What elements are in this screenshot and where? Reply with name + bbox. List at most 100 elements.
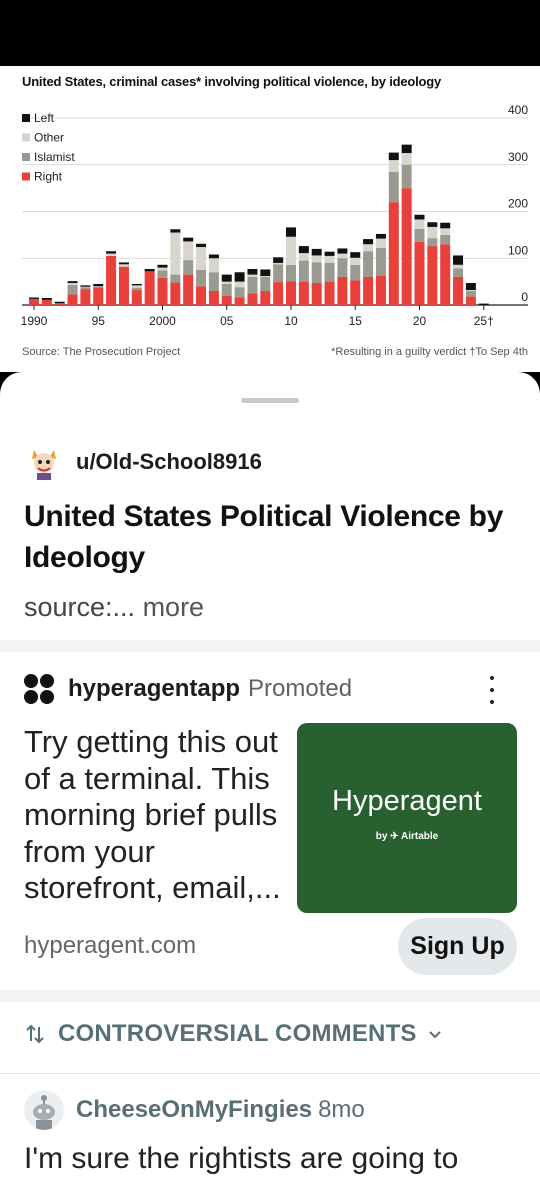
- ad-text[interactable]: Try getting this out of a terminal. This…: [24, 724, 294, 907]
- bar-islamist: [183, 260, 194, 275]
- bar-islamist: [337, 258, 348, 277]
- y-tick-label: 400: [508, 103, 528, 117]
- ad-domain[interactable]: hyperagent.com: [24, 932, 196, 960]
- ad-image[interactable]: Hyperagent by ✈ Airtable: [297, 723, 517, 913]
- bar-other: [273, 262, 284, 265]
- bar-left: [337, 248, 348, 254]
- divider: [0, 1073, 540, 1074]
- chart-source: Source: The Prosecution Project: [22, 346, 181, 358]
- divider: [0, 990, 540, 1002]
- bar-other: [414, 219, 425, 229]
- post-author[interactable]: u/Old-School8916: [24, 440, 262, 484]
- bar-left: [93, 283, 104, 287]
- legend-label: Left: [34, 111, 55, 125]
- bar-left: [273, 257, 284, 263]
- comment-sort[interactable]: CONTROVERSIAL COMMENTS: [24, 1016, 443, 1052]
- sort-label[interactable]: CONTROVERSIAL COMMENTS: [58, 1020, 417, 1048]
- commenter-avatar[interactable]: [24, 1090, 64, 1130]
- bar-islamist: [453, 268, 464, 277]
- bar-left: [375, 233, 386, 239]
- bar-right: [427, 246, 438, 305]
- bar-islamist: [247, 276, 258, 294]
- bar-left: [234, 272, 245, 282]
- drag-handle[interactable]: [241, 398, 299, 403]
- bar-left: [106, 251, 117, 254]
- bar-islamist: [208, 272, 219, 291]
- bar-right: [401, 188, 412, 305]
- bar-islamist: [324, 262, 335, 282]
- user-avatar[interactable]: [24, 442, 64, 482]
- bar-right: [41, 299, 52, 305]
- x-tick-label: 05: [220, 314, 234, 328]
- bar-left: [54, 301, 65, 304]
- ad-header: hyperagentapp Promoted: [24, 672, 352, 706]
- post-title: United States Political Violence by Ideo…: [24, 500, 504, 574]
- bar-right: [350, 280, 361, 305]
- bar-right: [388, 202, 399, 305]
- bar-other: [93, 286, 104, 288]
- x-tick-label: 2000: [149, 314, 176, 328]
- bar-right: [286, 281, 296, 305]
- bar-right: [273, 282, 284, 305]
- bar-right: [337, 276, 348, 305]
- bar-left: [311, 248, 322, 256]
- bar-right: [453, 276, 464, 305]
- bar-right: [144, 271, 155, 305]
- bar-other: [465, 290, 476, 291]
- bar-right: [183, 274, 194, 305]
- bar-right: [324, 281, 335, 305]
- more-options-icon[interactable]: [482, 676, 502, 704]
- comment-username[interactable]: CheeseOnMyFingies: [76, 1096, 312, 1124]
- sign-up-button[interactable]: Sign Up: [398, 918, 517, 975]
- bar-other: [286, 236, 296, 265]
- bar-right: [29, 298, 39, 305]
- x-tick-label: 25†: [474, 314, 494, 328]
- bar-islamist: [427, 238, 438, 247]
- status-bar: [0, 0, 540, 66]
- advertiser-name[interactable]: hyperagentapp: [68, 675, 240, 703]
- bar-right: [311, 283, 322, 305]
- post-body-text: source:...: [24, 592, 136, 622]
- bar-other: [427, 226, 438, 239]
- bar-other: [363, 244, 374, 252]
- post-body[interactable]: source:... more: [24, 592, 204, 623]
- bar-left: [298, 246, 309, 254]
- bar-left: [157, 264, 168, 268]
- bar-islamist: [363, 251, 374, 277]
- bar-right: [106, 255, 117, 305]
- y-tick-label: 100: [508, 243, 528, 257]
- x-tick-label: 15: [349, 314, 363, 328]
- bar-other: [401, 153, 412, 165]
- author-name[interactable]: u/Old-School8916: [76, 449, 262, 475]
- bar-left: [67, 281, 78, 284]
- legend-label: Islamist: [34, 150, 75, 164]
- bar-right: [414, 241, 425, 305]
- bar-left: [478, 303, 489, 305]
- bar-left: [196, 243, 207, 248]
- bar-left: [414, 214, 425, 220]
- bar-left: [388, 152, 399, 161]
- bar-left: [324, 251, 335, 256]
- x-tick-label: 95: [92, 314, 106, 328]
- y-tick-label: 0: [521, 290, 528, 304]
- sort-icon: [26, 1024, 44, 1044]
- chart-image[interactable]: 0 100 200 300 400 1990 95 2000 05 10 15 20 25† Left Ot…: [0, 66, 540, 372]
- bar-other: [337, 253, 348, 259]
- bar-right: [170, 282, 181, 305]
- bar-left: [286, 227, 296, 237]
- bar-islamist: [350, 264, 361, 281]
- comment-header: CheeseOnMyFingies 8mo: [24, 1090, 365, 1130]
- bar-other: [67, 283, 78, 285]
- more-link[interactable]: more: [143, 592, 205, 622]
- bar-right: [54, 303, 65, 305]
- hyperagent-logo-icon: [24, 674, 54, 704]
- y-tick-label: 200: [508, 197, 528, 211]
- bar-other: [324, 255, 335, 263]
- comment-text[interactable]: I'm sure the rightists are going to: [24, 1142, 458, 1176]
- bar-islamist: [375, 247, 386, 277]
- bar-islamist: [311, 262, 322, 284]
- bar-other: [375, 238, 386, 248]
- bar-islamist: [157, 270, 168, 278]
- chart-note: *Resulting in a guilty verdict †To Sep 4…: [331, 346, 528, 358]
- post-sheet: u/Old-School8916 United States Political…: [0, 372, 540, 1200]
